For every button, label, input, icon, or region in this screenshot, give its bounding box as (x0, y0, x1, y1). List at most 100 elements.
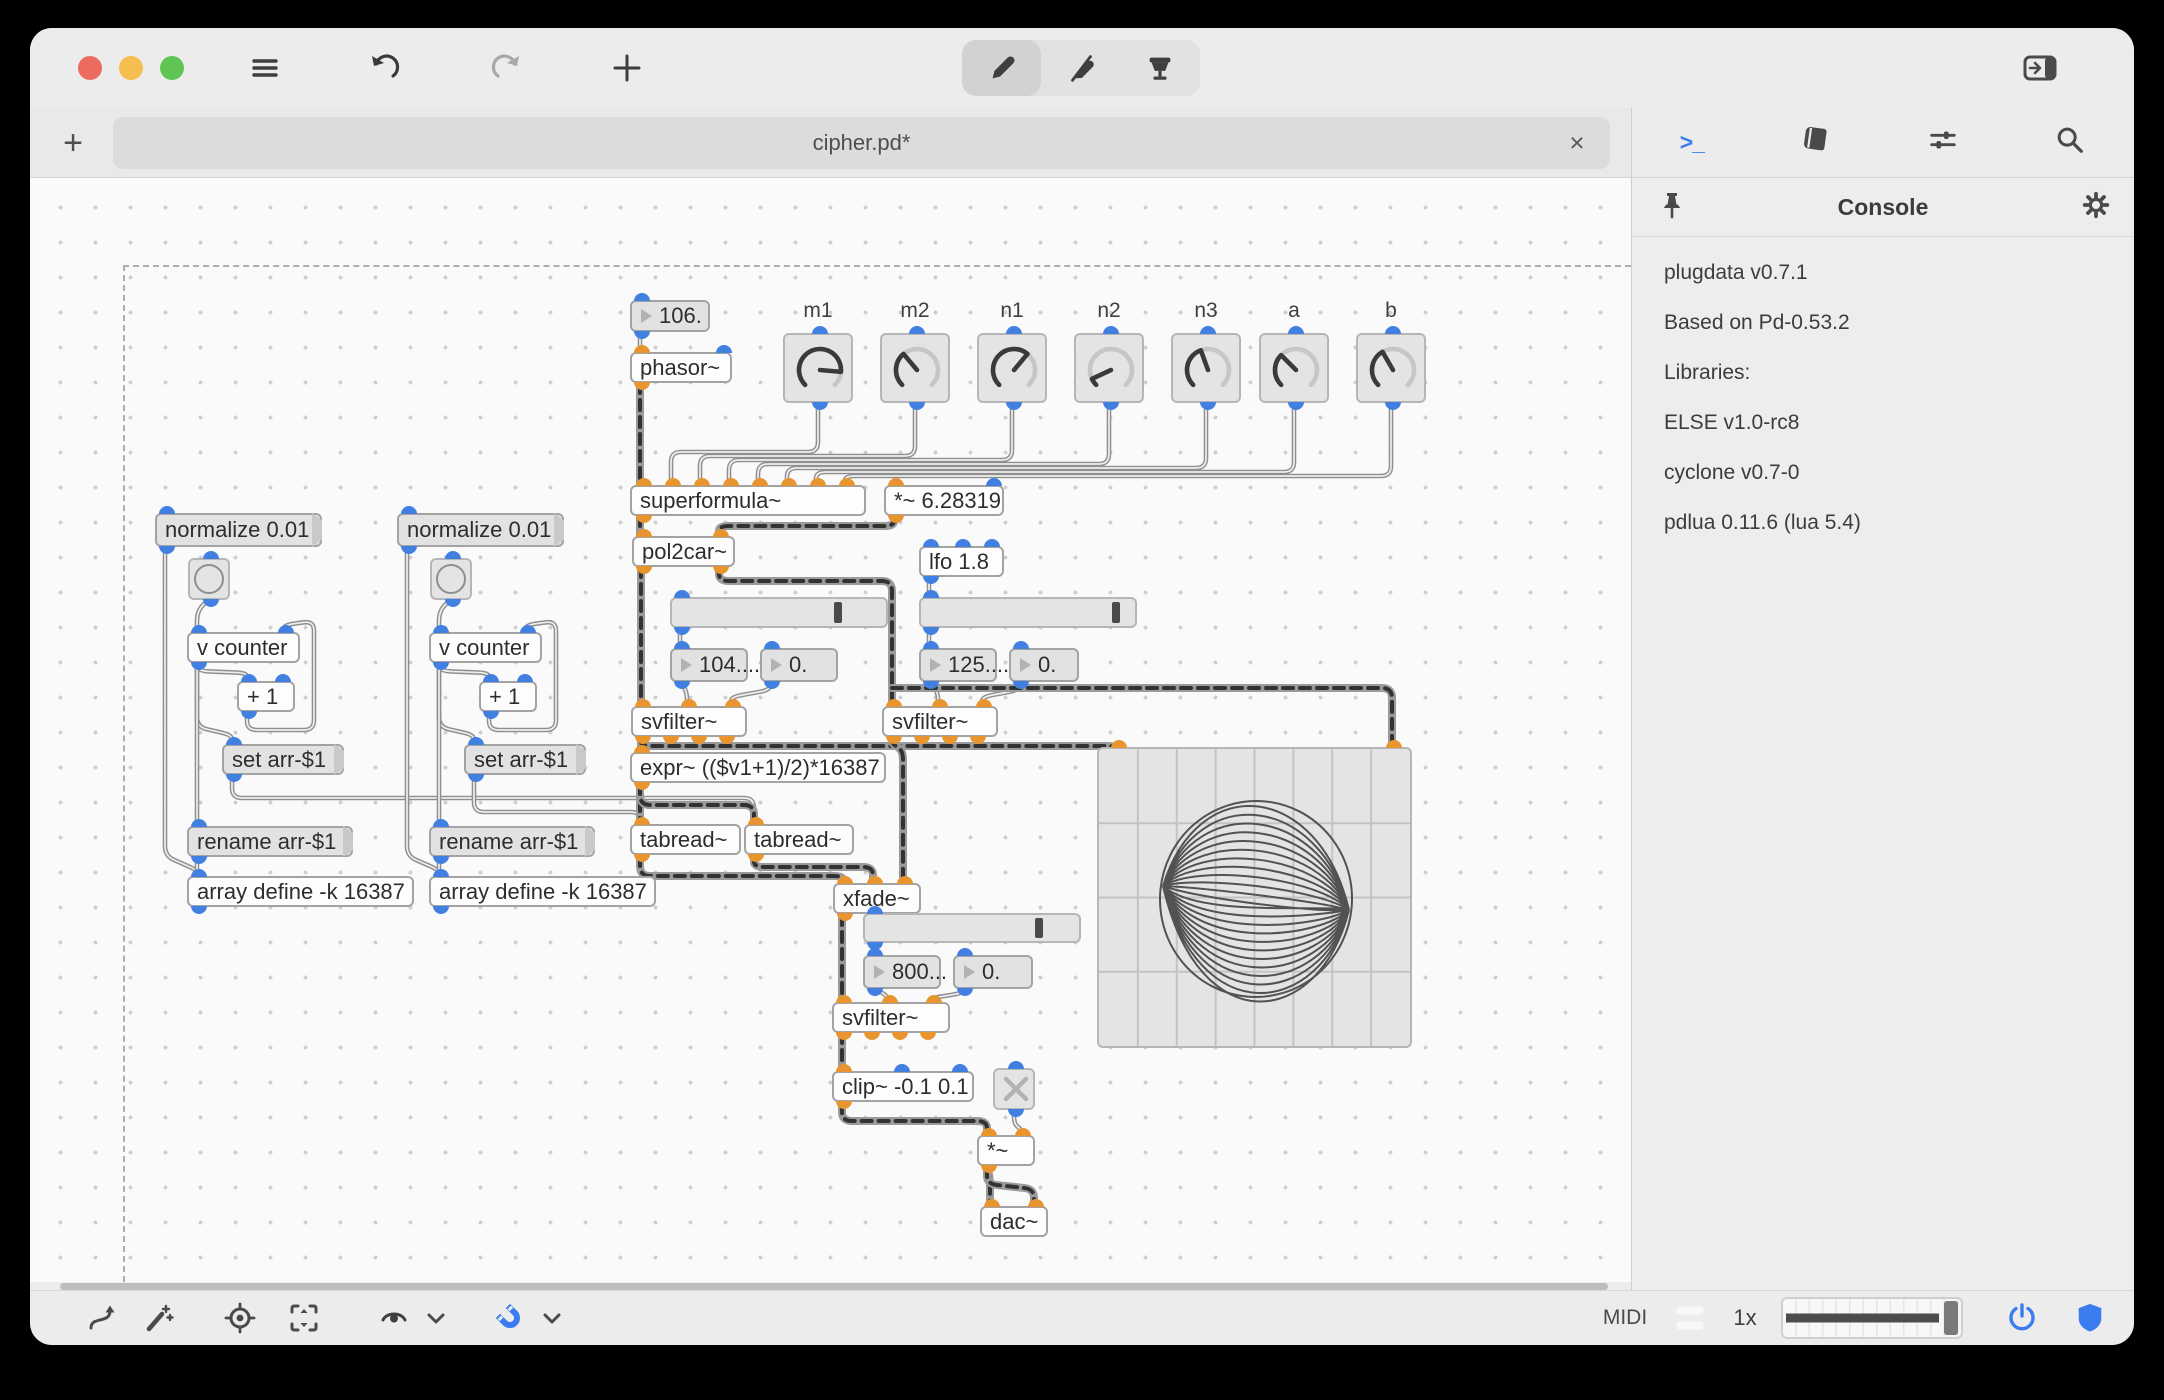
knob-n1[interactable] (977, 326, 1047, 410)
volume-thumb[interactable] (1944, 1301, 1958, 1335)
tabread-1[interactable]: tabread~ (630, 817, 741, 862)
hslider-3[interactable] (863, 906, 1081, 950)
array-define-b[interactable]: array define -k 16387 (429, 869, 656, 914)
slider-thumb[interactable] (1034, 918, 1043, 938)
knob-b[interactable] (1356, 326, 1426, 410)
control-wire[interactable] (668, 399, 821, 488)
vcounter-a[interactable]: v counter (187, 625, 300, 670)
console-settings-button[interactable] (2080, 189, 2112, 226)
expr[interactable]: expr~ (($v1+1)/2)*16387 (630, 745, 886, 790)
documentation-tab[interactable] (1799, 124, 1831, 161)
bang-a[interactable] (188, 551, 230, 607)
new-tab-button[interactable]: + (46, 116, 100, 170)
tab-cipher[interactable]: cipher.pd* × (113, 117, 1610, 169)
volume-slider[interactable] (1781, 1297, 1963, 1339)
tab-close-button[interactable]: × (1560, 128, 1594, 159)
console-log: plugdata v0.7.1 Based on Pd-0.53.2 Libra… (1664, 248, 2114, 548)
bang-b[interactable] (430, 551, 472, 607)
plus1-b[interactable]: + 1 (479, 674, 537, 719)
knob-n2[interactable] (1074, 326, 1144, 410)
number-0b[interactable]: 0. (1009, 641, 1079, 689)
array-define-a[interactable]: array define -k 16387 (187, 869, 414, 914)
overlay-options-button[interactable] (377, 1301, 411, 1335)
number-800[interactable]: 800... (863, 948, 947, 996)
signal-cable[interactable] (840, 1101, 989, 1137)
control-wire[interactable] (815, 401, 1295, 486)
knob-a[interactable] (1259, 326, 1329, 410)
signal-cable[interactable] (715, 563, 896, 710)
number-drag-triangle-icon (771, 658, 782, 672)
mul-2[interactable]: *~ (977, 1128, 1035, 1173)
rename-arr-a[interactable]: rename arr-$1 (187, 819, 353, 864)
presentation-mode-button[interactable] (1120, 40, 1199, 96)
run-mode-button[interactable] (1041, 40, 1120, 96)
dac[interactable]: dac~ (980, 1199, 1048, 1237)
dsp-power-button[interactable] (2005, 1301, 2039, 1335)
number-106[interactable]: 106. (630, 293, 710, 339)
pol2car[interactable]: pol2car~ (632, 529, 735, 574)
main-menu-button[interactable] (237, 42, 293, 94)
svfilter-2[interactable]: svfilter~ (882, 699, 998, 744)
slider-thumb[interactable] (833, 602, 842, 623)
fit-view-button[interactable] (287, 1301, 321, 1335)
slider-thumb[interactable] (1112, 602, 1121, 623)
signal-cable[interactable] (717, 565, 894, 708)
toggle-sidebar-button[interactable] (2012, 42, 2068, 94)
signal-cable[interactable] (717, 514, 896, 538)
knob-m1[interactable] (783, 326, 853, 410)
normalize-b[interactable]: normalize 0.01 (397, 506, 564, 554)
superformula[interactable]: superformula~ (630, 478, 866, 523)
vcounter-b[interactable]: v counter (429, 625, 542, 670)
close-window-button[interactable] (78, 56, 102, 80)
signal-cable[interactable] (639, 736, 1119, 755)
search-tab[interactable] (2054, 124, 2086, 161)
console-tab[interactable]: >_ (1680, 129, 1705, 156)
phasor[interactable]: phasor~ (630, 345, 732, 390)
mul-6-28319[interactable]: *~ 6.28319 (884, 478, 1004, 523)
knob-param-label: m2 (900, 299, 930, 322)
add-object-button[interactable] (599, 42, 655, 94)
knob-param-label: m1 (803, 299, 833, 322)
set-arr-b[interactable]: set arr-$1 (464, 737, 586, 782)
number-0a[interactable]: 0. (760, 641, 838, 689)
svfilter-1-text: svfilter~ (641, 708, 718, 734)
svfilter-3[interactable]: svfilter~ (832, 995, 950, 1040)
tabread-2[interactable]: tabread~ (744, 817, 854, 862)
protection-button[interactable] (2074, 1301, 2106, 1335)
tidy-connections-button[interactable] (142, 1301, 176, 1335)
normalize-a[interactable]: normalize 0.01 (155, 506, 322, 554)
oversampling-button[interactable]: 1x (1733, 1305, 1756, 1331)
knob-m2[interactable] (880, 326, 950, 410)
number-0c[interactable]: 0. (953, 948, 1033, 996)
control-wire[interactable] (670, 401, 819, 486)
signal-cable[interactable] (890, 735, 905, 885)
toggle[interactable] (993, 1061, 1035, 1117)
knob-n3[interactable] (1171, 326, 1241, 410)
minimize-window-button[interactable] (119, 56, 143, 80)
patch-canvas[interactable]: 106. phasor~ m1 m2 n1 n2 n3 a b superformula~ *~ 6… (30, 178, 1631, 1282)
scope-display[interactable] (1097, 740, 1412, 1048)
plus1-a[interactable]: + 1 (237, 674, 295, 719)
snap-button[interactable] (493, 1301, 527, 1335)
center-canvas-button[interactable] (223, 1301, 257, 1335)
undo-button[interactable] (357, 42, 413, 94)
snap-magnet-icon (495, 1303, 520, 1328)
lfo-1-8[interactable]: lfo 1.8 (919, 539, 1004, 584)
overlay-chevron-button[interactable] (424, 1306, 448, 1330)
zoom-window-button[interactable] (160, 56, 184, 80)
edit-mode-button[interactable] (962, 40, 1041, 96)
set-arr-a[interactable]: set arr-$1 (222, 737, 344, 782)
number-125[interactable]: 125.... (919, 641, 1009, 689)
hslider-2[interactable] (919, 590, 1137, 635)
horizontal-scrollbar[interactable] (60, 1283, 1608, 1290)
connection-style-button[interactable] (84, 1301, 118, 1335)
hslider-1[interactable] (670, 590, 888, 635)
number-104[interactable]: 104.... (670, 641, 760, 689)
parameters-tab[interactable] (1927, 124, 1959, 161)
svfilter-1[interactable]: svfilter~ (631, 699, 747, 744)
status-bar: MIDI 1x (30, 1290, 2134, 1345)
rename-arr-b[interactable]: rename arr-$1 (429, 819, 595, 864)
redo-button[interactable] (478, 42, 534, 94)
snap-chevron-button[interactable] (540, 1306, 564, 1330)
clip[interactable]: clip~ -0.1 0.1 (832, 1064, 974, 1109)
